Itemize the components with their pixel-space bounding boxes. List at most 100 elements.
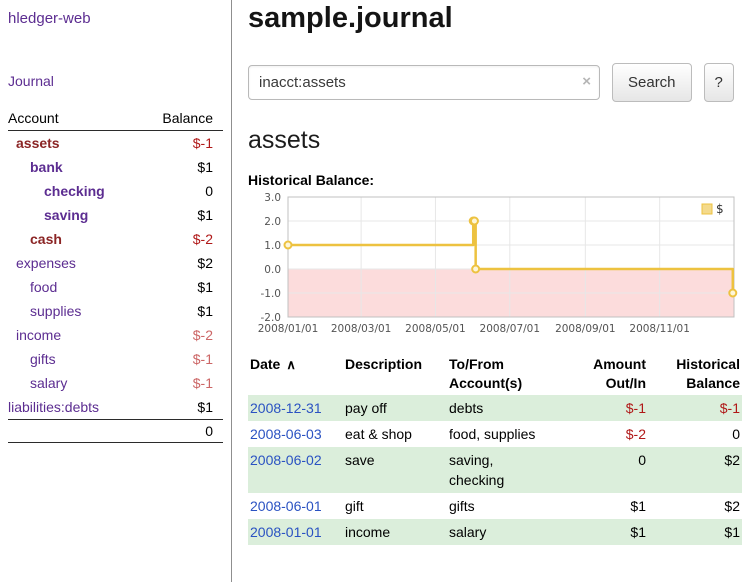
search-input-wrap: × [248,65,600,100]
table-row: 2008-01-01 income salary $1 $1 [248,519,742,545]
account-row: bank $1 [8,155,223,179]
accounts-cell: salary [447,519,566,545]
clear-search-icon[interactable]: × [582,73,591,91]
balance-cell: $2 [648,493,742,519]
date-link[interactable]: 2008-06-03 [250,426,322,442]
svg-text:2008/07/01: 2008/07/01 [480,323,541,335]
account-link-food[interactable]: food [30,279,57,295]
date-link[interactable]: 2008-06-02 [250,452,322,468]
account-row: food $1 [8,275,223,299]
svg-text:2008/11/01: 2008/11/01 [629,323,690,335]
balance-cell: 0 [648,421,742,447]
register-table: Date∧ Description To/From Account(s) Amo… [248,353,742,545]
chart-title: Historical Balance: [248,172,742,188]
amount-cell: $1 [566,493,648,519]
search-button[interactable]: Search [612,63,692,102]
account-link-gifts[interactable]: gifts [30,351,56,367]
accounts-header-account: Account [8,107,140,131]
page-title: sample.journal [248,2,742,35]
account-link-income[interactable]: income [16,327,61,343]
account-balance: 0 [140,179,223,203]
svg-text:-1.0: -1.0 [261,288,282,300]
balance-cell: $1 [648,519,742,545]
account-balance: $-1 [140,131,223,156]
account-balance: $2 [140,251,223,275]
description-cell: eat & shop [343,421,447,447]
sidebar: hledger-web Journal Account Balance asse… [0,0,232,582]
accounts-cell: food, supplies [447,421,566,447]
account-row: income $-2 [8,323,223,347]
account-link-assets[interactable]: assets [16,135,60,151]
account-link-supplies[interactable]: supplies [30,303,81,319]
svg-text:$: $ [716,202,724,216]
svg-text:2008/03/01: 2008/03/01 [331,323,392,335]
search-bar: × Search ? [248,63,742,102]
register-header-row: Date∧ Description To/From Account(s) Amo… [248,353,742,395]
search-input[interactable] [248,65,600,100]
description-cell: pay off [343,395,447,421]
account-link-bank[interactable]: bank [30,159,63,175]
account-row: cash $-2 [8,227,223,251]
account-row: saving $1 [8,203,223,227]
date-link[interactable]: 2008-12-31 [250,400,322,416]
account-balance: $-2 [140,227,223,251]
account-balance: $1 [140,203,223,227]
sort-ascending-icon: ∧ [286,357,296,372]
accounts-total: 0 [140,420,223,443]
balance-cell: $-1 [648,395,742,421]
description-cell: income [343,519,447,545]
account-row: checking 0 [8,179,223,203]
account-row: supplies $1 [8,299,223,323]
table-row: 2008-06-01 gift gifts $1 $2 [248,493,742,519]
table-row: 2008-06-03 eat & shop food, supplies $-2… [248,421,742,447]
table-row: 2008-06-02 save saving, checking 0 $2 [248,447,742,493]
svg-text:2008/09/01: 2008/09/01 [555,323,616,335]
accounts-header-balance: Balance [140,107,223,131]
balance-cell: $2 [648,447,742,493]
nav-journal-link[interactable]: Journal [8,73,231,89]
account-link-cash[interactable]: cash [30,231,62,247]
account-row: gifts $-1 [8,347,223,371]
account-link-expenses[interactable]: expenses [16,255,76,271]
svg-text:2008/05/01: 2008/05/01 [405,323,466,335]
register-header-description: Description [343,353,447,395]
svg-text:2.0: 2.0 [264,216,281,228]
account-row: liabilities:debts $1 [8,395,223,420]
accounts-cell: debts [447,395,566,421]
main-content: sample.journal × Search ? assets Histori… [232,0,742,582]
svg-text:2008/01/01: 2008/01/01 [258,323,319,335]
accounts-cell: gifts [447,493,566,519]
account-link-salary[interactable]: salary [30,375,67,391]
amount-cell: $-1 [566,395,648,421]
account-balance: $-1 [140,347,223,371]
svg-text:3.0: 3.0 [264,192,281,204]
account-balance: $-2 [140,323,223,347]
account-balance: $-1 [140,371,223,395]
account-balance: $1 [140,299,223,323]
account-row: salary $-1 [8,371,223,395]
description-cell: save [343,447,447,493]
accounts-cell: saving, checking [447,447,566,493]
amount-cell: $1 [566,519,648,545]
account-link-liabilities-debts[interactable]: liabilities:debts [8,399,99,415]
description-cell: gift [343,493,447,519]
account-link-checking[interactable]: checking [44,183,105,199]
date-link[interactable]: 2008-01-01 [250,524,322,540]
account-balance: $1 [140,275,223,299]
amount-cell: $-2 [566,421,648,447]
app-brand-link[interactable]: hledger-web [8,10,231,27]
table-row: 2008-12-31 pay off debts $-1 $-1 [248,395,742,421]
help-button[interactable]: ? [704,63,734,102]
register-header-date[interactable]: Date∧ [248,353,343,395]
accounts-total-row: 0 [8,420,223,443]
account-link-saving[interactable]: saving [44,207,88,223]
account-row: expenses $2 [8,251,223,275]
register-header-amount: Amount Out/In [566,353,648,395]
register-header-balance: Historical Balance [648,353,742,395]
svg-text:0.0: 0.0 [264,264,281,276]
svg-text:1.0: 1.0 [264,240,281,252]
date-link[interactable]: 2008-06-01 [250,498,322,514]
app: hledger-web Journal Account Balance asse… [0,0,742,582]
amount-cell: 0 [566,447,648,493]
historical-balance-chart: 3.02.01.00.0-1.0-2.02008/01/012008/03/01… [248,191,740,341]
